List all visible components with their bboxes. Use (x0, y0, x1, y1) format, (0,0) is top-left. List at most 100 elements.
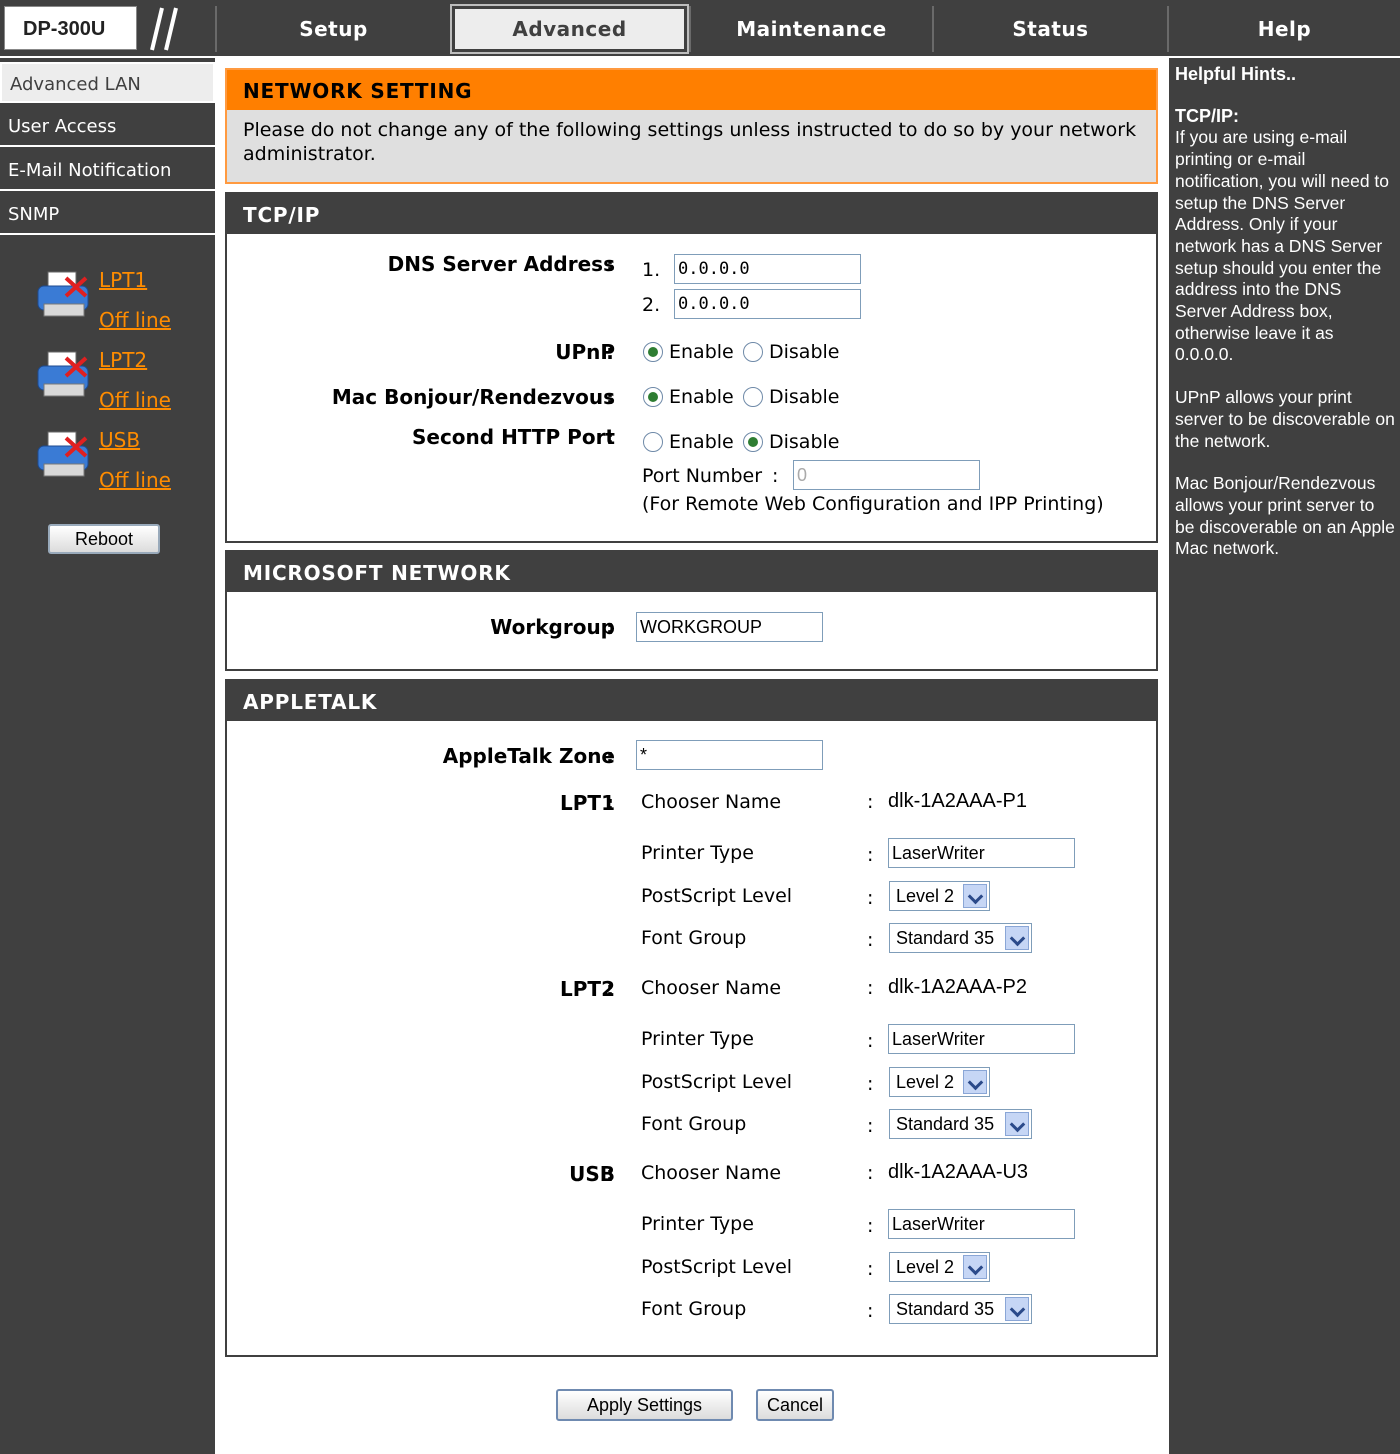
cancel-button[interactable]: Cancel (756, 1389, 834, 1421)
sidebar-item-user-access[interactable]: User Access (0, 106, 215, 147)
port-number-input[interactable]: 0 (793, 460, 980, 490)
colon: : (867, 1258, 874, 1280)
printer-type-input[interactable]: LaserWriter (888, 1209, 1075, 1239)
font-group-value: Standard 35 (896, 1114, 995, 1134)
printer-status-link-usb[interactable]: Off line (99, 468, 171, 492)
upnp-disable-label: Disable (769, 341, 840, 363)
appletalk-zone-input[interactable]: * (636, 740, 823, 770)
bonjour-enable-radio[interactable] (643, 387, 663, 407)
colon: : (867, 1162, 874, 1184)
microsoft-network-panel: MICROSOFT NETWORK (225, 550, 1158, 671)
port-number-label: Port Number (642, 465, 763, 487)
printer-type-input[interactable]: LaserWriter (888, 1024, 1075, 1054)
model-logo: DP-300U (4, 6, 137, 50)
bonjour-label: Mac Bonjour/Rendezvous (331, 385, 615, 409)
colon: : (867, 977, 874, 999)
port-note: (For Remote Web Configuration and IPP Pr… (642, 493, 1104, 515)
postscript-level-select[interactable]: Level 2 (889, 881, 990, 911)
colon: : (867, 1215, 874, 1237)
appletalk-zone-label: AppleTalk Zone (442, 744, 615, 768)
tab-setup[interactable]: Setup (215, 6, 450, 52)
colon: : (867, 887, 874, 909)
network-setting-notice: Please do not change any of the followin… (243, 119, 1137, 165)
postscript-level-select[interactable]: Level 2 (889, 1067, 990, 1097)
tab-status[interactable]: Status (932, 6, 1167, 52)
colon: : (606, 977, 614, 1001)
http-enable-radio[interactable] (643, 432, 663, 452)
sidebar-item-email-notification[interactable]: E-Mail Notification (0, 150, 215, 191)
reboot-button[interactable]: Reboot (48, 524, 160, 554)
printer-link-lpt1[interactable]: LPT1 (99, 268, 147, 292)
left-sidebar: Advanced LAN User Access E-Mail Notifica… (0, 58, 215, 1454)
postscript-level-label: PostScript Level (641, 885, 793, 907)
dns2-prefix: 2. (642, 294, 661, 316)
upnp-disable-radio[interactable] (743, 342, 763, 362)
font-group-label: Font Group (641, 1113, 747, 1135)
colon: : (867, 1030, 874, 1052)
workgroup-label: Workgroup (490, 615, 615, 639)
dns2-input[interactable]: 0.0.0.0 (674, 289, 861, 319)
colon: : (606, 791, 614, 815)
printer-status-link-lpt1[interactable]: Off line (99, 308, 171, 332)
colon: : (606, 615, 614, 639)
colon: : (606, 1162, 614, 1186)
bonjour-disable-label: Disable (769, 386, 840, 408)
tab-maintenance[interactable]: Maintenance (689, 6, 932, 52)
http-enable-label: Enable (669, 431, 734, 453)
help-bonjour-text: Mac Bonjour/Rendezvous allows your print… (1175, 473, 1395, 559)
upnp-enable-radio[interactable] (643, 342, 663, 362)
tab-help[interactable]: Help (1167, 6, 1400, 52)
http-disable-label: Disable (769, 431, 840, 453)
model-name: DP-300U (23, 18, 106, 40)
postscript-level-value: Level 2 (896, 886, 955, 906)
font-group-select[interactable]: Standard 35 (889, 1294, 1032, 1324)
chooser-name-label: Chooser Name (641, 791, 782, 813)
postscript-level-label: PostScript Level (641, 1071, 793, 1093)
chooser-name-label: Chooser Name (641, 977, 782, 999)
network-setting-panel: NETWORK SETTING Please do not change any… (225, 68, 1158, 184)
top-navigation-bar: DP-300U Setup Advanced Maintenance Statu… (0, 0, 1400, 58)
chevron-down-icon (963, 1070, 987, 1094)
tcpip-title: TCP/IP (227, 194, 1156, 234)
bonjour-disable-radio[interactable] (743, 387, 763, 407)
tab-advanced[interactable]: Advanced (450, 4, 689, 54)
sidebar-item-snmp[interactable]: SNMP (0, 194, 215, 235)
font-group-label: Font Group (641, 927, 747, 949)
printer-type-label: Printer Type (641, 1028, 754, 1050)
help-upnp-text: UPnP allows your print server to be disc… (1175, 387, 1395, 451)
font-group-value: Standard 35 (896, 928, 995, 948)
dns1-prefix: 1. (642, 259, 661, 281)
chooser-name-label: Chooser Name (641, 1162, 782, 1184)
printer-status-link-lpt2[interactable]: Off line (99, 388, 171, 412)
printer-offline-icon (37, 271, 89, 317)
colon: : (606, 340, 614, 364)
font-group-label: Font Group (641, 1298, 747, 1320)
colon: : (867, 929, 874, 951)
colon: : (867, 1300, 874, 1322)
postscript-level-select[interactable]: Level 2 (889, 1252, 990, 1282)
font-group-select[interactable]: Standard 35 (889, 1109, 1032, 1139)
chooser-name-value: dlk-1A2AAA-P1 (888, 790, 1027, 812)
font-group-select[interactable]: Standard 35 (889, 923, 1032, 953)
printer-link-usb[interactable]: USB (99, 428, 140, 452)
printer-type-label: Printer Type (641, 1213, 754, 1235)
printer-type-input[interactable]: LaserWriter (888, 838, 1075, 868)
chevron-down-icon (963, 884, 987, 908)
colon: : (606, 425, 614, 449)
sidebar-item-advanced-lan[interactable]: Advanced LAN (0, 62, 215, 103)
printer-offline-icon (37, 351, 89, 397)
help-title: Helpful Hints.. (1175, 64, 1296, 84)
colon: : (606, 252, 614, 276)
postscript-level-label: PostScript Level (641, 1256, 793, 1278)
workgroup-input[interactable]: WORKGROUP (636, 612, 823, 642)
chevron-down-icon (1005, 1297, 1029, 1321)
dns1-input[interactable]: 0.0.0.0 (674, 254, 861, 284)
tcpip-panel: TCP/IP (225, 192, 1158, 543)
chevron-down-icon (1005, 926, 1029, 950)
printer-link-lpt2[interactable]: LPT2 (99, 348, 147, 372)
colon: : (606, 744, 614, 768)
http-disable-radio[interactable] (743, 432, 763, 452)
help-sidebar: Helpful Hints.. TCP/IP: If you are using… (1167, 58, 1400, 1454)
apply-settings-button[interactable]: Apply Settings (556, 1389, 733, 1421)
second-http-port-label: Second HTTP Port (411, 425, 615, 449)
